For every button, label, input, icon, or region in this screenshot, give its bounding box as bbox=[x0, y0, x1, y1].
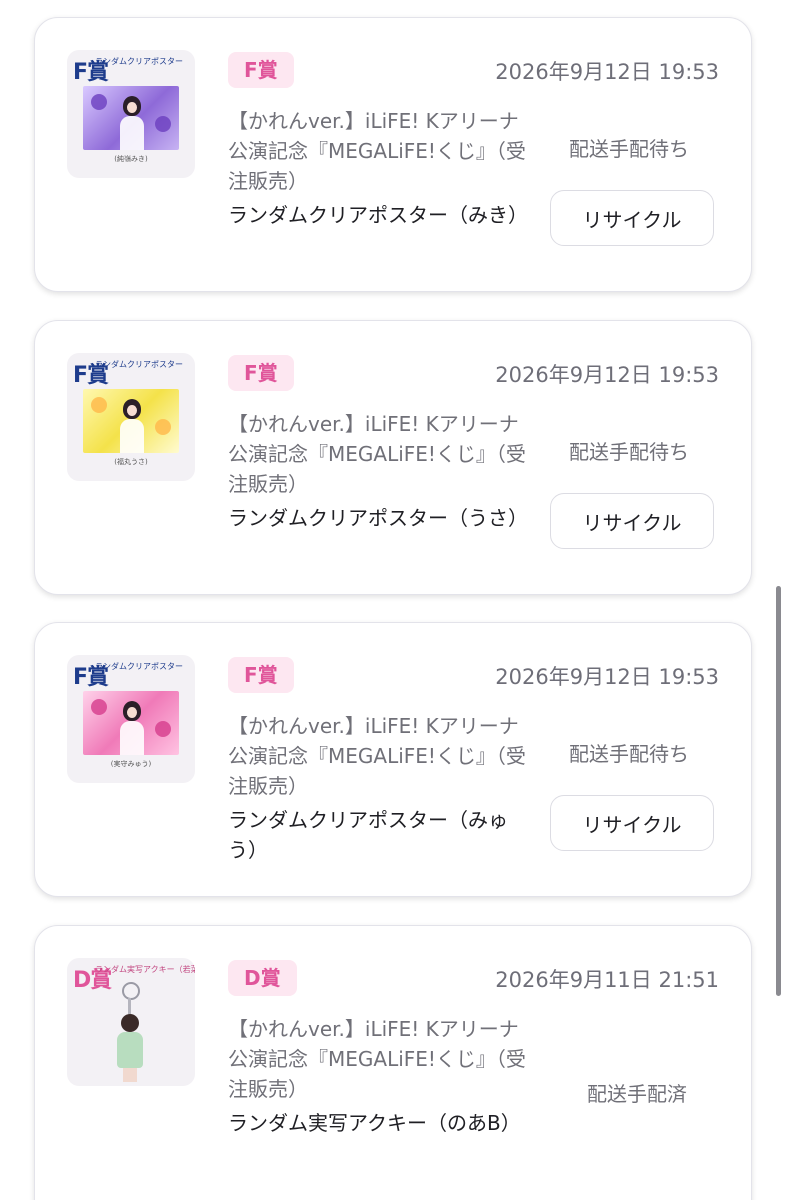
item-name: ランダムクリアポスター（みき） bbox=[228, 203, 528, 227]
poster-image bbox=[83, 86, 179, 150]
order-datetime: 2026年9月12日 19:53 bbox=[495, 363, 719, 387]
lottery-series-title: 【かれんver.】iLiFE! Kアリーナ公演記念『MEGALiFE!くじ』（受… bbox=[228, 109, 526, 193]
keychain-figure-dress bbox=[117, 1032, 143, 1068]
acrylic-keychain-image bbox=[107, 982, 155, 1082]
poster-decoration bbox=[155, 721, 171, 737]
thumbnail-title: ランダムクリアポスター bbox=[95, 662, 183, 671]
thumbnail-caption: (純嶺みき) bbox=[114, 155, 148, 163]
recycle-button[interactable]: リサイクル bbox=[550, 795, 714, 851]
prize-grade-badge: F賞 bbox=[228, 657, 294, 693]
keychain-figure-legs bbox=[123, 1068, 137, 1082]
poster-decoration bbox=[155, 116, 171, 132]
poster-image bbox=[83, 389, 179, 453]
item-name: ランダムクリアポスター（みゅう） bbox=[228, 808, 508, 862]
keychain-figure-head bbox=[121, 1014, 139, 1032]
thumbnail-title: ランダム実写アクキー（若菜のあ B） bbox=[95, 965, 195, 974]
poster-figure-face bbox=[127, 707, 137, 718]
poster-figure-body bbox=[120, 116, 144, 150]
order-card[interactable]: D賞 ランダム実写アクキー（若菜のあ B） D賞 2026年9月11日 21:5… bbox=[34, 925, 752, 1200]
order-card[interactable]: F賞 ランダムクリアポスター (実守みゅう) F賞 2026年9月12日 19:… bbox=[34, 622, 752, 897]
recycle-button[interactable]: リサイクル bbox=[550, 493, 714, 549]
item-name: ランダムクリアポスター（うさ） bbox=[228, 506, 528, 530]
poster-decoration bbox=[91, 699, 107, 715]
poster-decoration bbox=[155, 419, 171, 435]
lottery-series-title: 【かれんver.】iLiFE! Kアリーナ公演記念『MEGALiFE!くじ』（受… bbox=[228, 714, 526, 798]
lottery-series-title: 【かれんver.】iLiFE! Kアリーナ公演記念『MEGALiFE!くじ』（受… bbox=[228, 1017, 526, 1101]
prize-grade-badge: F賞 bbox=[228, 355, 294, 391]
poster-figure-body bbox=[120, 419, 144, 453]
prize-grade-badge: D賞 bbox=[228, 960, 297, 996]
thumbnail-title: ランダムクリアポスター bbox=[95, 57, 183, 66]
keychain-chain bbox=[128, 998, 131, 1014]
shipping-status: 配送手配済 bbox=[587, 1082, 687, 1106]
poster-image bbox=[83, 691, 179, 755]
order-history-page: F賞 ランダムクリアポスター (純嶺みき) F賞 2026年9月12日 19:5… bbox=[0, 0, 787, 1200]
recycle-button[interactable]: リサイクル bbox=[550, 190, 714, 246]
vertical-scrollbar[interactable] bbox=[776, 586, 781, 996]
product-thumbnail[interactable]: D賞 ランダム実写アクキー（若菜のあ B） bbox=[67, 958, 195, 1086]
poster-decoration bbox=[91, 397, 107, 413]
poster-figure-face bbox=[127, 405, 137, 416]
order-datetime: 2026年9月12日 19:53 bbox=[495, 665, 719, 689]
item-name: ランダム実写アクキー（のあB） bbox=[228, 1111, 521, 1135]
order-card[interactable]: F賞 ランダムクリアポスター (純嶺みき) F賞 2026年9月12日 19:5… bbox=[34, 17, 752, 292]
poster-figure-face bbox=[127, 102, 137, 113]
shipping-status: 配送手配待ち bbox=[569, 742, 689, 766]
thumbnail-caption: (実守みゅう) bbox=[110, 760, 152, 768]
shipping-status: 配送手配待ち bbox=[569, 440, 689, 464]
prize-grade-badge: F賞 bbox=[228, 52, 294, 88]
thumbnail-title: ランダムクリアポスター bbox=[95, 360, 183, 369]
poster-decoration bbox=[91, 94, 107, 110]
keyring-icon bbox=[122, 982, 140, 1000]
order-card[interactable]: F賞 ランダムクリアポスター (福丸うさ) F賞 2026年9月12日 19:5… bbox=[34, 320, 752, 595]
shipping-status: 配送手配待ち bbox=[569, 137, 689, 161]
product-thumbnail[interactable]: F賞 ランダムクリアポスター (純嶺みき) bbox=[67, 50, 195, 178]
product-thumbnail[interactable]: F賞 ランダムクリアポスター (実守みゅう) bbox=[67, 655, 195, 783]
thumbnail-caption: (福丸うさ) bbox=[114, 458, 148, 466]
order-datetime: 2026年9月11日 21:51 bbox=[495, 968, 719, 992]
product-thumbnail[interactable]: F賞 ランダムクリアポスター (福丸うさ) bbox=[67, 353, 195, 481]
lottery-series-title: 【かれんver.】iLiFE! Kアリーナ公演記念『MEGALiFE!くじ』（受… bbox=[228, 412, 526, 496]
order-datetime: 2026年9月12日 19:53 bbox=[495, 60, 719, 84]
poster-figure-body bbox=[120, 721, 144, 755]
